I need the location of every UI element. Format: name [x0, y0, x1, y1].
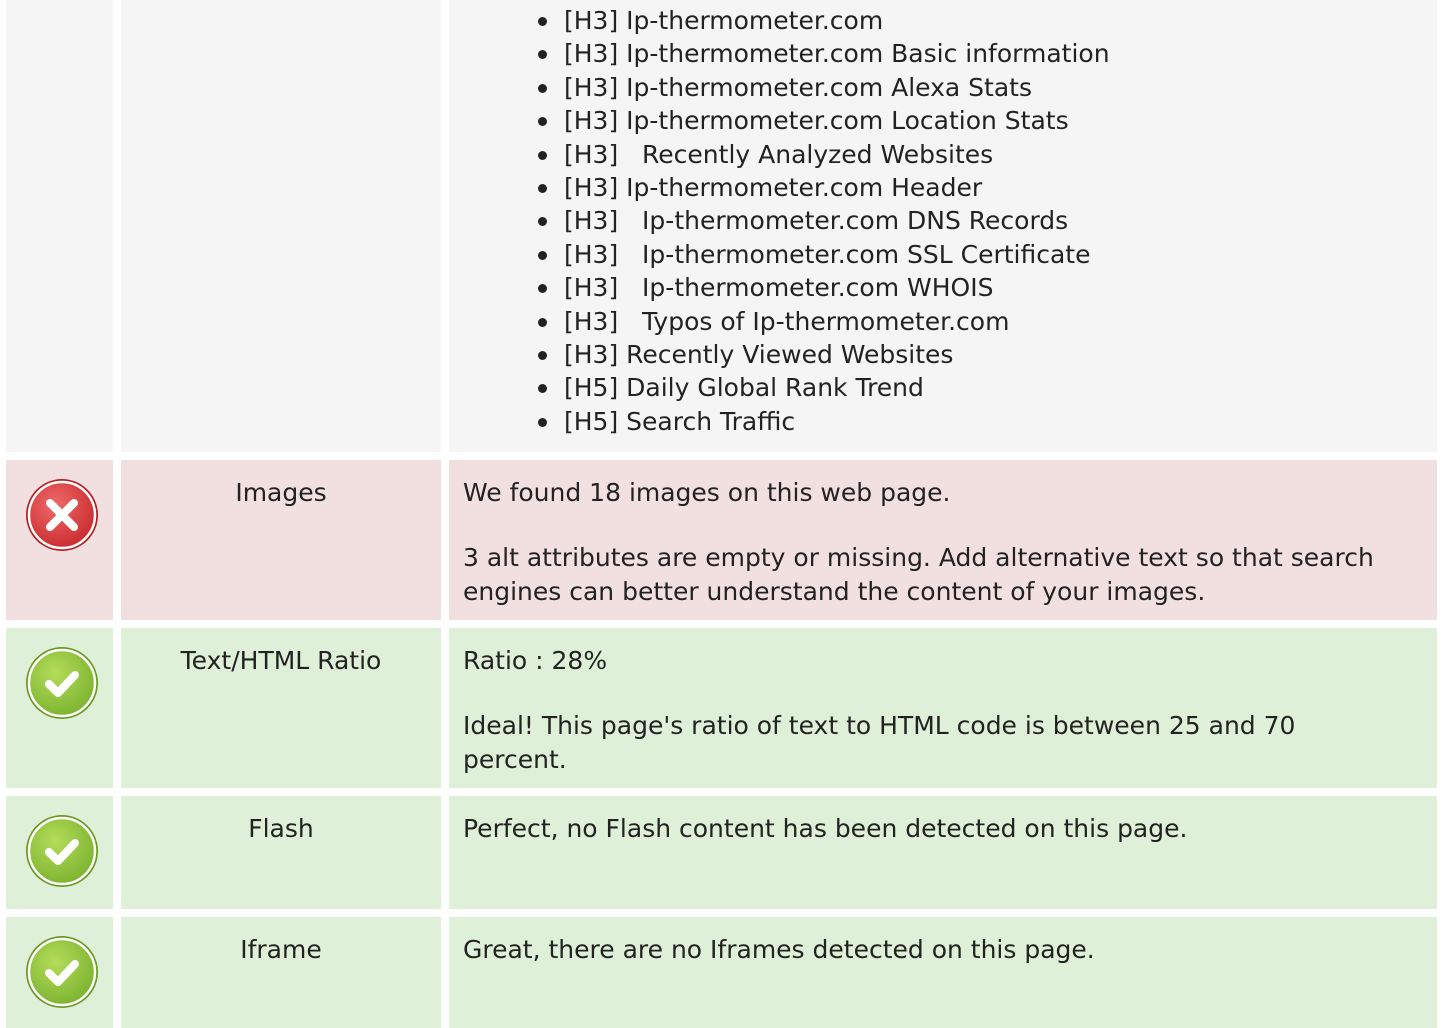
iframe-result: Great, there are no Iframes detected on …: [463, 935, 1095, 964]
heading-list-item: [H3] Ip-thermometer.com Alexa Stats: [538, 71, 1110, 104]
headings-status-cell: [6, 0, 113, 452]
success-check-icon: [23, 644, 101, 722]
heading-list-item: [H3] Ip-thermometer.com SSL Certificate: [538, 238, 1110, 271]
heading-list-item: [H5] Search Traffic: [538, 405, 1110, 438]
success-check-icon: [23, 933, 101, 1011]
flash-row: Flash Perfect, no Flash content has been…: [0, 796, 1446, 909]
iframe-description: Great, there are no Iframes detected on …: [463, 933, 1397, 998]
iframe-status-cell: [6, 917, 113, 1028]
heading-list-item: [H3] Recently Analyzed Websites: [538, 138, 1110, 171]
iframe-row: Iframe Great, there are no Iframes detec…: [0, 917, 1446, 1028]
ratio-status-cell: [6, 628, 113, 788]
heading-list-item: [H5] Daily Global Rank Trend: [538, 371, 1110, 404]
success-check-icon: [23, 812, 101, 890]
iframe-name-cell: Iframe: [121, 917, 441, 1028]
images-row: Images We found 18 images on this web pa…: [0, 460, 1446, 620]
flash-title: Flash: [248, 814, 314, 843]
iframe-desc-cell: Great, there are no Iframes detected on …: [449, 917, 1437, 1028]
heading-list-item: [H3] Ip-thermometer.com Location Stats: [538, 104, 1110, 137]
heading-list-item: [H3] Ip-thermometer.com Header: [538, 171, 1110, 204]
heading-list-item: [H3] Ip-thermometer.com DNS Records: [538, 204, 1110, 237]
heading-list-item: [H3] Recently Viewed Websites: [538, 338, 1110, 371]
iframe-title: Iframe: [240, 935, 322, 964]
heading-list-item: [H3] Ip-thermometer.com Basic informatio…: [538, 37, 1110, 70]
ratio-value: Ratio : 28%: [463, 646, 608, 675]
text-html-ratio-row: Text/HTML Ratio Ratio : 28% Ideal! This …: [0, 628, 1446, 788]
images-status-cell: [6, 460, 113, 620]
heading-list-item: [H3] Ip-thermometer.com: [538, 4, 1110, 37]
headings-row: [H3] Ip-thermometer.com [H3] Ip-thermome…: [0, 0, 1446, 452]
ratio-advice: Ideal! This page's ratio of text to HTML…: [463, 711, 1296, 774]
ratio-title: Text/HTML Ratio: [180, 646, 382, 675]
headings-name-cell: [121, 0, 441, 452]
flash-desc-cell: Perfect, no Flash content has been detec…: [449, 796, 1437, 909]
ratio-name-cell: Text/HTML Ratio: [121, 628, 441, 788]
images-alt-advice: 3 alt attributes are empty or missing. A…: [463, 543, 1374, 606]
flash-description: Perfect, no Flash content has been detec…: [463, 812, 1397, 877]
images-desc-cell: We found 18 images on this web page. 3 a…: [449, 460, 1437, 620]
error-x-icon: [23, 476, 101, 554]
images-title: Images: [235, 478, 327, 507]
images-description: We found 18 images on this web page. 3 a…: [463, 476, 1397, 640]
flash-status-cell: [6, 796, 113, 909]
images-summary: We found 18 images on this web page.: [463, 478, 951, 507]
flash-name-cell: Flash: [121, 796, 441, 909]
heading-list-item: [H3] Typos of Ip-thermometer.com: [538, 305, 1110, 338]
ratio-description: Ratio : 28% Ideal! This page's ratio of …: [463, 644, 1397, 808]
images-name-cell: Images: [121, 460, 441, 620]
flash-result: Perfect, no Flash content has been detec…: [463, 814, 1188, 843]
headings-list: [H3] Ip-thermometer.com [H3] Ip-thermome…: [538, 4, 1110, 438]
ratio-desc-cell: Ratio : 28% Ideal! This page's ratio of …: [449, 628, 1437, 788]
heading-list-item: [H3] Ip-thermometer.com WHOIS: [538, 271, 1110, 304]
